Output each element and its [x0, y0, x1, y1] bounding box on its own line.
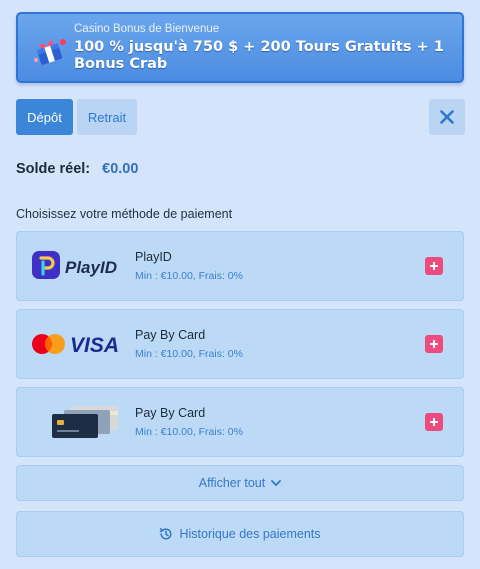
- tab-depot[interactable]: Dépôt: [16, 99, 73, 135]
- svg-text:VISA: VISA: [70, 334, 119, 357]
- visa-mastercard-logo: VISA: [32, 334, 119, 357]
- close-icon: [440, 110, 454, 124]
- svg-text:PlayID: PlayID: [65, 258, 117, 277]
- balance: Solde réel: €0.00: [16, 161, 138, 177]
- show-all-button[interactable]: Afficher tout: [16, 465, 464, 501]
- payment-method-card[interactable]: Pay By Card Min : €10.00, Frais: 0%: [16, 387, 464, 457]
- payment-method-playid[interactable]: PlayID PlayID Min : €10.00, Frais: 0%: [16, 231, 464, 301]
- close-button[interactable]: [429, 99, 465, 135]
- balance-amount: €0.00: [102, 161, 139, 177]
- bonus-banner[interactable]: Casino Bonus de Bienvenue 100 % jusqu'à …: [16, 12, 464, 83]
- method-name: Pay By Card: [135, 328, 206, 342]
- method-name: Pay By Card: [135, 406, 206, 420]
- add-icon[interactable]: [425, 335, 443, 353]
- method-meta: Min : €10.00, Frais: 0%: [135, 270, 243, 282]
- banner-headline: 100 % jusqu'à 750 $ + 200 Tours Gratuits…: [74, 39, 444, 72]
- payment-methods-title: Choisissez votre méthode de paiement: [16, 207, 233, 221]
- add-icon[interactable]: [425, 257, 443, 275]
- payment-history-button[interactable]: Historique des paiements: [16, 511, 464, 557]
- method-meta: Min : €10.00, Frais: 0%: [135, 426, 243, 438]
- payment-history-label: Historique des paiements: [179, 527, 321, 541]
- payment-method-card-visa[interactable]: VISA Pay By Card Min : €10.00, Frais: 0%: [16, 309, 464, 379]
- method-meta: Min : €10.00, Frais: 0%: [135, 348, 243, 360]
- history-icon: [160, 528, 172, 540]
- chevron-down-icon: [271, 479, 282, 486]
- balance-label: Solde réel:: [16, 161, 91, 177]
- tab-retrait[interactable]: Retrait: [77, 99, 137, 135]
- method-name: PlayID: [135, 250, 172, 264]
- credit-card-icon: [52, 406, 118, 438]
- banner-subtitle: Casino Bonus de Bienvenue: [74, 23, 220, 35]
- add-icon[interactable]: [425, 413, 443, 431]
- playid-logo: PlayID: [32, 251, 117, 279]
- show-all-label: Afficher tout: [198, 476, 266, 490]
- gift-icon: [34, 39, 66, 65]
